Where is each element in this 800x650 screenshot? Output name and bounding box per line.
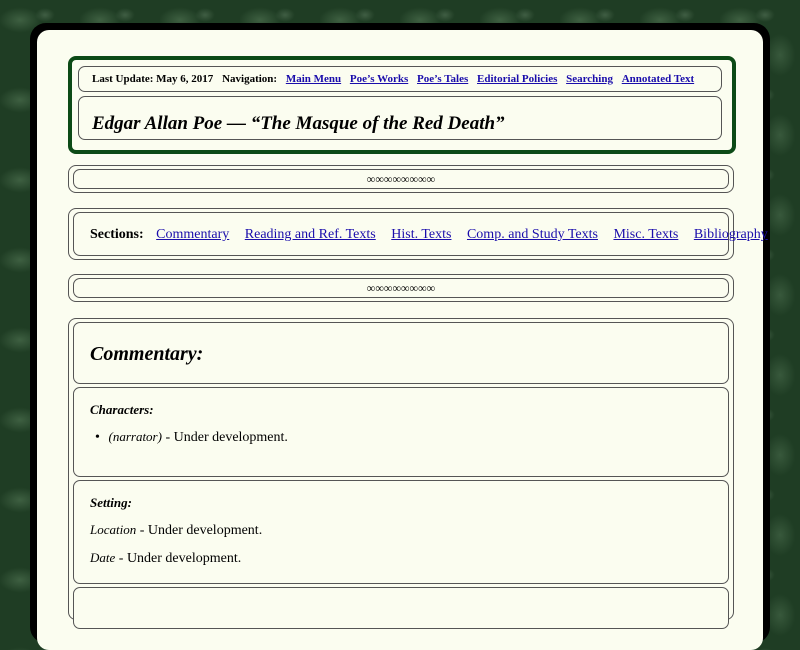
setting-box: Setting: Location - Under development. D… [73,480,729,584]
section-link-reading-ref-texts[interactable]: Reading and Ref. Texts [245,227,376,242]
header-box: Last Update: May 6, 2017 Navigation: Mai… [68,56,736,154]
page-title: Edgar Allan Poe — “The Masque of the Red… [92,113,505,134]
sections-label: Sections: [90,227,144,242]
commentary-heading: Commentary: [90,343,204,365]
setting-date: Date - Under development. [90,550,241,567]
characters-label: Characters: [90,402,154,417]
sections-inner: Sections: Commentary Reading and Ref. Te… [73,212,768,256]
sections-row: Sections: Commentary Reading and Ref. Te… [90,227,771,243]
date-label: Date [90,550,116,565]
commentary-heading-box: Commentary: [73,322,729,384]
ornament-divider: ∞∞∞∞∞∞∞∞ [366,281,436,295]
nav-link-editorial-policies[interactable]: Editorial Policies [477,73,557,85]
section-link-bibliography[interactable]: Bibliography [694,227,768,242]
nav-label: Navigation: [222,73,278,85]
character-desc: - Under development. [165,430,288,445]
ornament-inner-1: ∞∞∞∞∞∞∞∞ [73,169,729,189]
section-link-comp-study-texts[interactable]: Comp. and Study Texts [467,227,598,242]
nav-link-poes-works[interactable]: Poe’s Works [350,73,408,85]
setting-location: Location - Under development. [90,522,262,539]
ornament-box-1: ∞∞∞∞∞∞∞∞ [68,165,734,193]
next-section-box [73,587,729,629]
ornament-box-2: ∞∞∞∞∞∞∞∞ [68,274,734,302]
sections-box: Sections: Commentary Reading and Ref. Te… [68,208,768,260]
location-label: Location [90,522,137,537]
characters-box: Characters: • (narrator) - Under develop… [73,387,729,477]
nav-link-annotated-text[interactable]: Annotated Text [622,73,694,85]
last-update: Last Update: May 6, 2017 [92,73,214,85]
nav-link-main-menu[interactable]: Main Menu [286,73,341,85]
nav-link-searching[interactable]: Searching [566,73,613,85]
commentary-box: Commentary: Characters: • (narrator) - U… [68,318,734,629]
section-link-commentary[interactable]: Commentary [156,227,229,242]
character-name: (narrator) [108,429,162,444]
location-text: - Under development. [139,523,263,538]
date-text: - Under development. [118,551,242,566]
nav-row: Last Update: May 6, 2017 Navigation: Mai… [92,73,694,85]
ornament-divider: ∞∞∞∞∞∞∞∞ [366,172,436,186]
character-item: • (narrator) - Under development. [90,429,288,446]
title-bar: Edgar Allan Poe — “The Masque of the Red… [78,96,722,140]
setting-label: Setting: [90,495,132,510]
ornament-inner-2: ∞∞∞∞∞∞∞∞ [73,278,729,298]
nav-link-poes-tales[interactable]: Poe’s Tales [417,73,468,85]
section-link-hist-texts[interactable]: Hist. Texts [391,227,451,242]
bullet: • [95,430,100,445]
section-link-misc-texts[interactable]: Misc. Texts [613,227,678,242]
nav-bar: Last Update: May 6, 2017 Navigation: Mai… [78,66,722,92]
